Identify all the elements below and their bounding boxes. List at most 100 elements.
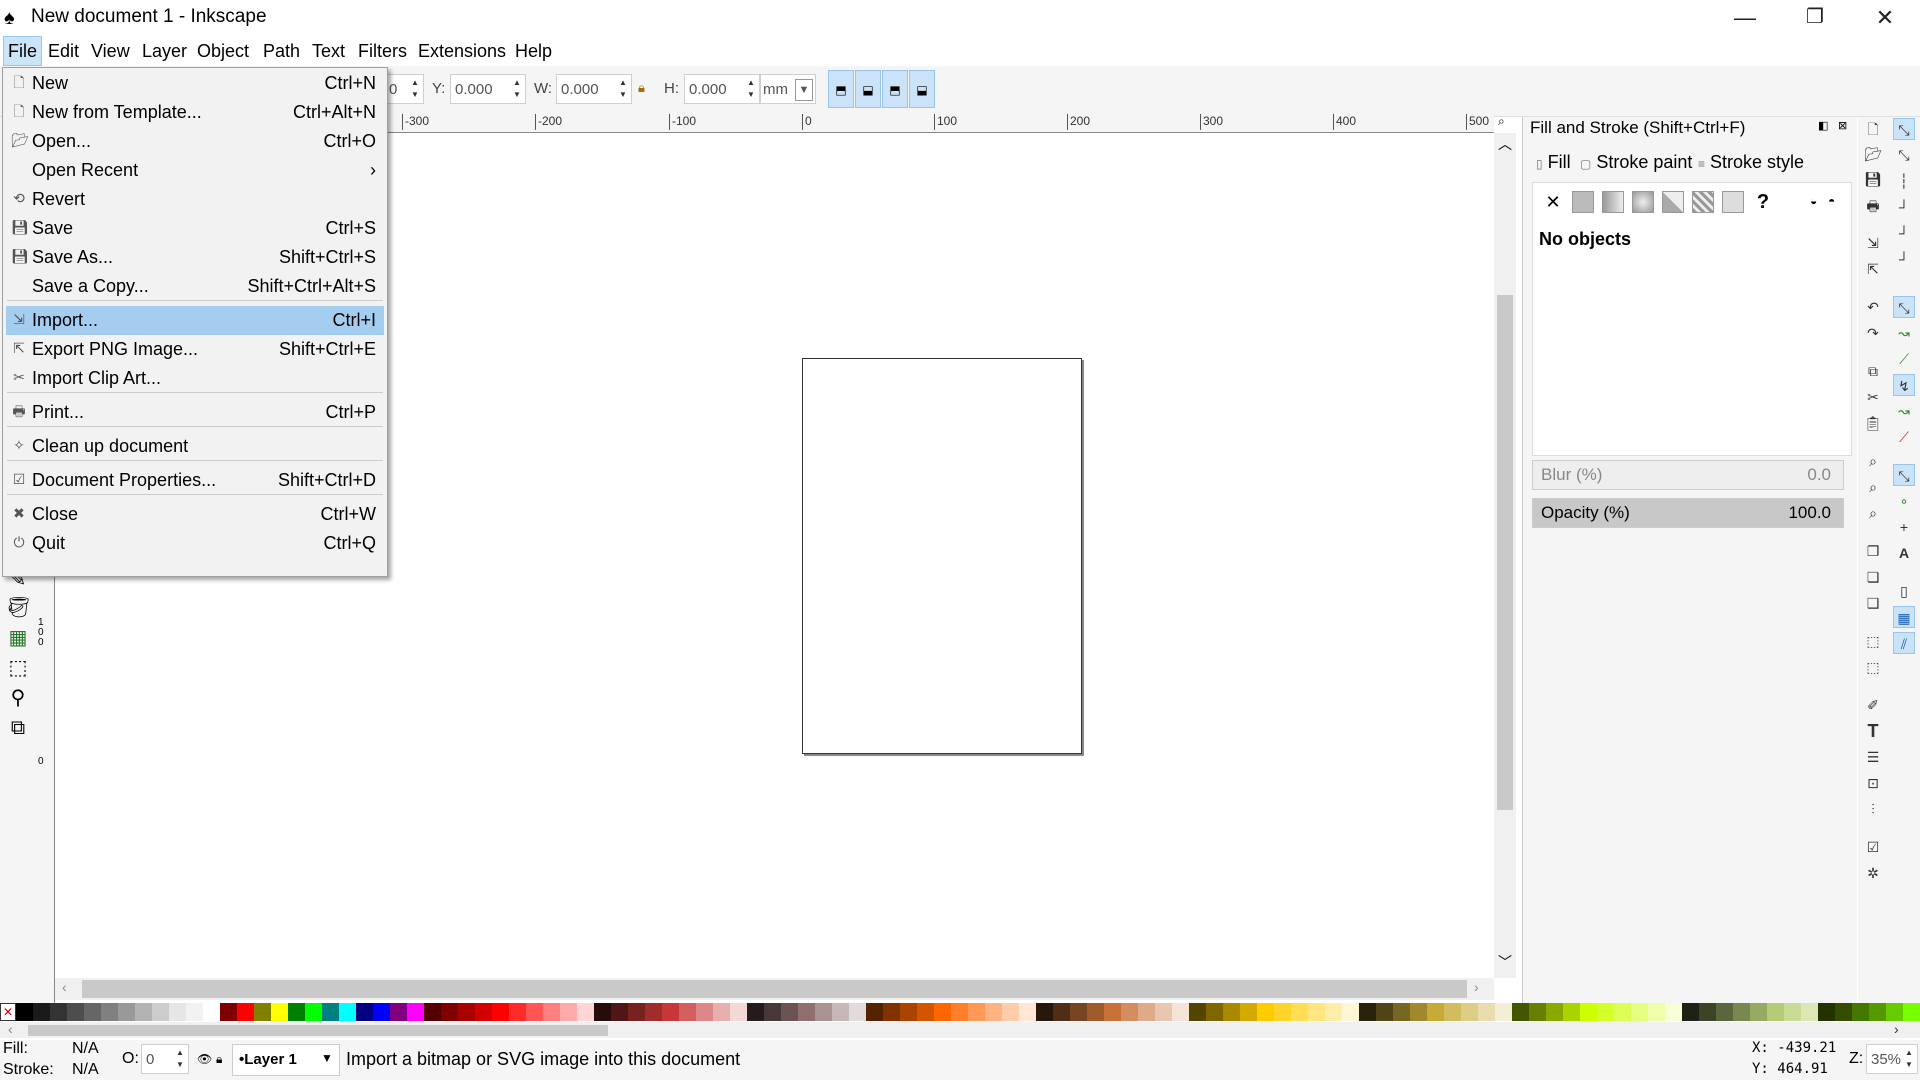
palette-swatch[interactable] bbox=[798, 1003, 815, 1021]
palette-swatch[interactable] bbox=[424, 1003, 441, 1021]
palette-swatch[interactable] bbox=[747, 1003, 764, 1021]
file-menu-item-save-a-copy[interactable]: Save a Copy... Shift+Ctrl+Alt+S bbox=[6, 272, 384, 301]
file-menu-item-open[interactable]: 📂︎ Open... Ctrl+O bbox=[6, 127, 384, 156]
palette-swatch[interactable] bbox=[662, 1003, 679, 1021]
palette-swatch[interactable] bbox=[1104, 1003, 1121, 1021]
mesh-tool-icon[interactable]: ⬚ bbox=[6, 656, 30, 680]
palette-swatch[interactable] bbox=[543, 1003, 560, 1021]
chevron-down-icon[interactable]: ▼ bbox=[795, 79, 813, 101]
menu-help[interactable]: Help bbox=[511, 36, 556, 66]
redo-icon[interactable]: ↷ bbox=[1862, 322, 1884, 344]
palette-swatch[interactable] bbox=[50, 1003, 67, 1021]
no-color-swatch-icon[interactable]: ✕ bbox=[0, 1003, 16, 1021]
menu-text[interactable]: Text bbox=[308, 36, 349, 66]
palette-swatch[interactable] bbox=[1903, 1003, 1920, 1021]
file-menu-item-save-as[interactable]: 💾︎ Save As... Shift+Ctrl+S bbox=[6, 243, 384, 272]
save-icon[interactable]: 💾︎ bbox=[1862, 168, 1884, 190]
palette-swatch[interactable] bbox=[152, 1003, 169, 1021]
palette-swatch[interactable] bbox=[1342, 1003, 1359, 1021]
palette-swatch[interactable] bbox=[237, 1003, 254, 1021]
palette-swatch[interactable] bbox=[883, 1003, 900, 1021]
palette-scroll-right-icon[interactable]: › bbox=[1894, 1021, 1899, 1037]
fill-stroke-icon[interactable]: ✐ bbox=[1862, 694, 1884, 716]
palette-swatch[interactable] bbox=[373, 1003, 390, 1021]
palette-swatch[interactable] bbox=[1223, 1003, 1240, 1021]
palette-swatch[interactable] bbox=[1257, 1003, 1274, 1021]
transform-corners-icon[interactable]: ⬓ bbox=[855, 70, 881, 108]
palette-swatch[interactable] bbox=[1665, 1003, 1682, 1021]
palette-swatch[interactable] bbox=[1682, 1003, 1699, 1021]
restore-button[interactable]: ❐ bbox=[1780, 0, 1850, 35]
export-icon[interactable]: ⇱ bbox=[1862, 258, 1884, 280]
palette-swatch[interactable] bbox=[1631, 1003, 1648, 1021]
palette-swatch[interactable] bbox=[135, 1003, 152, 1021]
palette-swatch[interactable] bbox=[917, 1003, 934, 1021]
palette-swatch[interactable] bbox=[1427, 1003, 1444, 1021]
unit-select[interactable]: mm ▼ bbox=[760, 74, 816, 104]
ungroup-icon[interactable]: ⬚ bbox=[1862, 656, 1884, 678]
palette-swatch[interactable] bbox=[1767, 1003, 1784, 1021]
palette-swatch[interactable] bbox=[968, 1003, 985, 1021]
scroll-right-icon[interactable]: › bbox=[1474, 979, 1479, 995]
palette-swatch[interactable] bbox=[1138, 1003, 1155, 1021]
palette-swatch[interactable] bbox=[1529, 1003, 1546, 1021]
no-paint-icon[interactable]: ✕ bbox=[1542, 191, 1564, 213]
unset-paint-icon[interactable]: ? bbox=[1752, 191, 1774, 213]
connector-tool-icon[interactable]: ⧉ bbox=[6, 716, 30, 740]
palette-swatch[interactable] bbox=[1563, 1003, 1580, 1021]
y-spinbox[interactable]: 0.000 ▲ ▼ bbox=[450, 74, 526, 104]
palette-swatch[interactable] bbox=[1172, 1003, 1189, 1021]
scroll-left-icon[interactable]: ‹ bbox=[62, 979, 67, 995]
transform-pattern-icon[interactable]: ⬓ bbox=[909, 70, 935, 108]
palette-swatch[interactable] bbox=[1308, 1003, 1325, 1021]
group-icon[interactable]: ⬚ bbox=[1862, 630, 1884, 652]
palette-swatch[interactable] bbox=[934, 1003, 951, 1021]
menu-filters[interactable]: Filters bbox=[354, 36, 411, 66]
palette-swatch[interactable] bbox=[560, 1003, 577, 1021]
file-menu-item-save[interactable]: 💾︎ Save Ctrl+S bbox=[6, 214, 384, 243]
palette-swatch[interactable] bbox=[832, 1003, 849, 1021]
file-menu-item-revert[interactable]: ⟲ Revert bbox=[6, 185, 384, 214]
snap-intersection-icon[interactable]: ⟋ bbox=[1893, 348, 1915, 370]
palette-swatch[interactable] bbox=[951, 1003, 968, 1021]
align-distribute-icon[interactable]: ⫶ bbox=[1862, 798, 1884, 820]
palette-swatch[interactable] bbox=[407, 1003, 424, 1021]
palette-swatch[interactable] bbox=[1869, 1003, 1886, 1021]
layer-select[interactable]: •Layer 1 ▼ bbox=[232, 1044, 340, 1076]
copy-icon[interactable]: ⧉ bbox=[1862, 360, 1884, 382]
file-menu-item-import-clip-art[interactable]: ✂ Import Clip Art... bbox=[6, 364, 384, 393]
spin-arrows-icon[interactable]: ▲ ▼ bbox=[513, 77, 523, 101]
palette-swatch[interactable] bbox=[1512, 1003, 1529, 1021]
palette-swatch[interactable] bbox=[492, 1003, 509, 1021]
palette-swatch[interactable] bbox=[1784, 1003, 1801, 1021]
menu-extensions[interactable]: Extensions bbox=[414, 36, 510, 66]
zoom-selection-icon[interactable]: ⌕ bbox=[1862, 450, 1884, 472]
import-icon[interactable]: ⇲ bbox=[1862, 232, 1884, 254]
snap-object-center-icon[interactable]: ∘ bbox=[1893, 490, 1915, 512]
print-icon[interactable]: 🖶︎ bbox=[1862, 195, 1884, 217]
palette-swatch[interactable] bbox=[1393, 1003, 1410, 1021]
palette-swatch[interactable] bbox=[645, 1003, 662, 1021]
layers-icon[interactable]: ☰ bbox=[1862, 746, 1884, 768]
fill-value[interactable]: N/A bbox=[72, 1040, 99, 1058]
zoom-page-icon[interactable]: ⌕ bbox=[1862, 502, 1884, 524]
transform-gradient-icon[interactable]: ⬒ bbox=[882, 70, 908, 108]
palette-swatch[interactable] bbox=[1121, 1003, 1138, 1021]
palette-swatch[interactable] bbox=[1376, 1003, 1393, 1021]
swatch-icon[interactable] bbox=[1722, 191, 1744, 213]
new-doc-icon[interactable]: 🗋︎ bbox=[1862, 118, 1884, 140]
palette-swatch[interactable] bbox=[322, 1003, 339, 1021]
palette-swatch[interactable] bbox=[628, 1003, 645, 1021]
text-font-icon[interactable]: T bbox=[1862, 720, 1884, 742]
file-menu-item-new-from-template[interactable]: 🗋︎ New from Template... Ctrl+Alt+N bbox=[6, 98, 384, 127]
layer-visibility-icon[interactable]: 👁︎ bbox=[197, 1052, 212, 1066]
cut-icon[interactable]: ✂ bbox=[1862, 386, 1884, 408]
palette-swatch[interactable] bbox=[1087, 1003, 1104, 1021]
palette-swatch[interactable] bbox=[526, 1003, 543, 1021]
palette-swatch[interactable] bbox=[186, 1003, 203, 1021]
h-spinbox[interactable]: 0.000 ▲ ▼ bbox=[684, 74, 760, 104]
document-page[interactable] bbox=[802, 358, 1082, 754]
spin-arrows-icon[interactable]: ▲ ▼ bbox=[176, 1047, 186, 1071]
palette-swatch[interactable] bbox=[271, 1003, 288, 1021]
palette-swatch[interactable] bbox=[16, 1003, 33, 1021]
